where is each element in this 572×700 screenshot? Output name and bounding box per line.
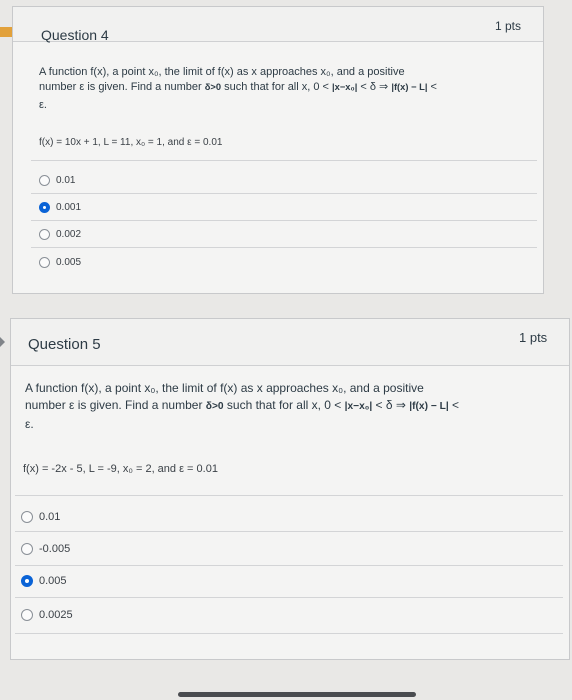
prompt-line-2: number ε is given. Find a number δ>0 suc… (25, 397, 460, 412)
radio-button[interactable] (21, 511, 33, 523)
answer-option[interactable]: 0.002 (39, 229, 81, 240)
answer-label: 0.0025 (39, 609, 73, 621)
answer-label: 0.002 (56, 229, 82, 240)
divider (15, 531, 563, 532)
prompt-line-1: A function f(x), a point x₀, the limit o… (39, 66, 405, 78)
given-values: f(x) = -2x - 5, L = -9, x₀ = 2, and ε = … (23, 463, 218, 475)
question-title: Question 4 (41, 27, 109, 43)
answer-label: 0.005 (39, 575, 67, 587)
divider (31, 193, 537, 194)
divider (15, 633, 563, 634)
answer-option-selected[interactable]: 0.001 (39, 202, 81, 213)
given-values: f(x) = 10x + 1, L = 11, x₀ = 1, and ε = … (39, 137, 223, 148)
answer-label: 0.005 (56, 257, 82, 268)
prompt-line-1: A function f(x), a point x₀, the limit o… (25, 381, 424, 395)
radio-button[interactable] (39, 229, 50, 240)
answer-label: -0.005 (39, 543, 71, 555)
radio-button-selected[interactable] (21, 575, 33, 587)
answer-label: 0.01 (39, 511, 61, 523)
divider (15, 597, 563, 598)
question-title: Question 5 (28, 336, 101, 353)
answer-option[interactable]: 0.005 (39, 257, 81, 268)
answer-label: 0.01 (56, 175, 76, 186)
answer-option-selected[interactable]: 0.005 (21, 575, 67, 587)
radio-button[interactable] (39, 257, 50, 268)
answer-label: 0.001 (56, 202, 82, 213)
question-prompt: A function f(x), a point x₀, the limit o… (39, 65, 539, 113)
prompt-line-2: number ε is given. Find a number δ>0 suc… (39, 81, 437, 94)
question-points: 1 pts (495, 19, 522, 33)
divider (15, 495, 563, 496)
radio-button-selected[interactable] (39, 202, 50, 213)
question-5-card: Question 5 1 pts A function f(x), a poin… (10, 318, 570, 660)
answer-option[interactable]: -0.005 (21, 543, 70, 555)
radio-button[interactable] (39, 175, 50, 186)
answer-option[interactable]: 0.0025 (21, 609, 73, 621)
prompt-line-3: ε. (39, 98, 47, 111)
divider (31, 160, 537, 161)
radio-button[interactable] (21, 543, 33, 555)
question-points: 1 pts (519, 330, 548, 345)
radio-button[interactable] (21, 609, 33, 621)
answer-option[interactable]: 0.01 (21, 511, 60, 523)
divider (31, 247, 537, 248)
home-indicator (178, 692, 416, 697)
caret-right-icon[interactable] (0, 337, 5, 347)
divider (15, 565, 563, 566)
question-4-card: Question 4 1 pts A function f(x), a poin… (12, 6, 544, 294)
prompt-line-3: ε. (25, 417, 34, 432)
divider (31, 220, 537, 221)
question-prompt: A function f(x), a point x₀, the limit o… (25, 380, 565, 433)
answer-option[interactable]: 0.01 (39, 175, 75, 186)
